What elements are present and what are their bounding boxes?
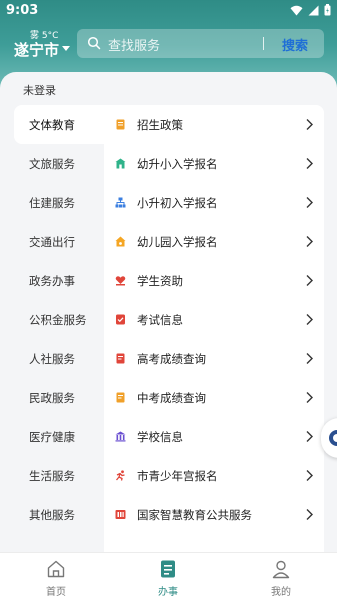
service-label: 学生资助 [137,274,183,288]
service-label: 中考成绩查询 [137,391,206,405]
service-list: 招生政策 幼升小入学报名 小升初入学报名 幼儿园入学报名 学生资助 考试信息 高… [104,105,324,552]
building-icon [115,431,126,442]
service-label: 招生政策 [137,118,183,132]
category-label: 医疗健康 [29,430,75,444]
chevron-right-icon [306,236,313,247]
category-item-social-security[interactable]: 人社服务 [14,339,104,378]
service-label: 学校信息 [137,430,183,444]
profile-icon [272,560,290,579]
badge-icon [115,510,126,519]
service-label: 小升初入学报名 [137,196,218,210]
chevron-right-icon [306,392,313,403]
heart-hand-icon [115,276,126,286]
caret-down-icon[interactable] [62,46,70,51]
service-item[interactable]: 学校信息 [104,417,324,456]
service-item[interactable]: 招生政策 [104,105,324,144]
search-divider [263,37,264,50]
city-name[interactable]: 遂宁市 [14,39,59,60]
category-item-culture-education[interactable]: 文体教育 [14,105,104,144]
document-icon [116,119,125,130]
service-label: 幼升小入学报名 [137,157,218,171]
service-item[interactable]: 幼儿园入学报名 [104,222,324,261]
category-label: 文体教育 [29,118,75,132]
category-label: 交通出行 [29,235,75,249]
chevron-right-icon [306,197,313,208]
category-item-government[interactable]: 政务办事 [14,261,104,300]
category-item-tourism[interactable]: 文旅服务 [14,144,104,183]
service-item[interactable]: 幼升小入学报名 [104,144,324,183]
runner-icon [116,470,125,481]
service-label: 考试信息 [137,313,183,327]
login-status[interactable]: 未登录 [23,82,56,98]
category-item-life-services[interactable]: 生活服务 [14,456,104,495]
services-icon [161,560,175,578]
nav-home[interactable]: 首页 [0,553,112,600]
search-bar[interactable]: 查找服务 搜索 [77,29,324,58]
category-label: 生活服务 [29,469,75,483]
service-item[interactable]: 市青少年宫报名 [104,456,324,495]
status-icons [290,4,331,16]
service-item[interactable]: 考试信息 [104,300,324,339]
nav-label: 首页 [46,587,66,598]
chevron-right-icon [306,509,313,520]
category-label: 文旅服务 [29,157,75,171]
kindergarten-icon [115,236,126,247]
chevron-right-icon [306,470,313,481]
chevron-right-icon [306,275,313,286]
chevron-right-icon [306,158,313,169]
service-item[interactable]: 国家智慧教育公共服务 [104,495,324,534]
service-panel: 未登录 文体教育 文旅服务 住建服务 交通出行 政务办事 公积金服务 人社服务 … [0,72,337,552]
nav-label: 办事 [158,587,178,598]
category-label: 民政服务 [29,391,75,405]
exam-icon [116,314,125,325]
nav-label: 我的 [271,587,291,598]
category-label: 其他服务 [29,508,75,522]
category-item-healthcare[interactable]: 医疗健康 [14,417,104,456]
org-chart-icon [115,197,126,208]
category-list: 文体教育 文旅服务 住建服务 交通出行 政务办事 公积金服务 人社服务 民政服务… [14,105,104,552]
category-label: 公积金服务 [29,313,87,327]
category-label: 住建服务 [29,196,75,210]
service-item[interactable]: 小升初入学报名 [104,183,324,222]
service-label: 国家智慧教育公共服务 [137,508,252,522]
search-input[interactable]: 查找服务 [108,35,160,54]
school-icon [115,158,126,169]
service-label: 幼儿园入学报名 [137,235,218,249]
wifi-icon [290,5,303,15]
category-label: 人社服务 [29,352,75,366]
service-label: 市青少年宫报名 [137,469,218,483]
battery-icon [324,4,331,16]
chevron-right-icon [306,119,313,130]
chevron-right-icon [306,314,313,325]
chevron-right-icon [306,353,313,364]
score-icon [116,392,125,403]
service-item[interactable]: 中考成绩查询 [104,378,324,417]
signal-icon [308,5,319,15]
category-item-housing[interactable]: 住建服务 [14,183,104,222]
bottom-nav: 首页 办事 我的 [0,552,337,600]
category-item-transport[interactable]: 交通出行 [14,222,104,261]
search-button[interactable]: 搜索 [282,35,308,54]
category-label: 政务办事 [29,274,75,288]
chevron-right-icon [306,431,313,442]
category-item-other[interactable]: 其他服务 [14,495,104,534]
service-item[interactable]: 学生资助 [104,261,324,300]
service-item[interactable]: 高考成绩查询 [104,339,324,378]
status-time: 9:03 [6,3,39,18]
service-label: 高考成绩查询 [137,352,206,366]
nav-profile[interactable]: 我的 [225,553,337,600]
assistant-icon [329,430,337,446]
nav-services[interactable]: 办事 [112,553,224,600]
status-bar: 9:03 [0,0,337,24]
category-item-housing-fund[interactable]: 公积金服务 [14,300,104,339]
home-icon [47,560,65,578]
category-item-civil-affairs[interactable]: 民政服务 [14,378,104,417]
score-icon [116,353,125,364]
search-icon [87,36,101,50]
